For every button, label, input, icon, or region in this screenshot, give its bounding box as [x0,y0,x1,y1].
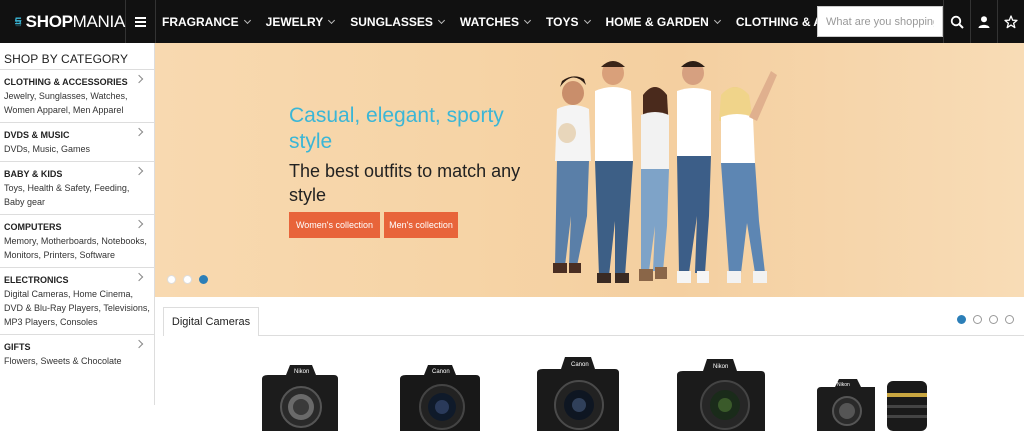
product-camera-5[interactable]: Nikon [815,375,935,431]
banner-headline: Casual, elegant, sporty style [289,104,504,153]
nav-item-fragrance[interactable]: FRAGRANCE [156,15,258,29]
category-subitems[interactable]: Flowers, Sweets & Chocolate [4,354,150,368]
hero-banner[interactable]: Casual, elegant, sporty style The best o… [155,43,1024,297]
banner-subheadline: The best outfits to match any style [289,161,521,205]
star-icon [1004,14,1018,28]
category-name[interactable]: BABY & KIDS [4,168,150,181]
category-sidebar: SHOP BY CATEGORY CLOTHING & ACCESSORIES … [0,43,155,431]
category-subitems[interactable]: Digital Cameras, Home Cinema, DVD & Blu-… [4,287,150,329]
search-box [817,6,943,37]
product-carousel: Digital Cameras Nikon Canon Canon Nikon … [155,297,1024,431]
chevron-down-icon [437,16,445,24]
category-dvds-music[interactable]: DVDS & MUSIC DVDs, Music, Games [0,123,154,162]
nav-item-watches[interactable]: WATCHES [452,15,538,29]
camera-brand-label: Canon [432,369,450,375]
carousel-page-indicator [957,315,1014,324]
person-5 [719,71,777,283]
person-1 [553,76,591,273]
sidebar-bottom-fade [0,405,185,431]
nav-item-home-garden[interactable]: HOME & GARDEN [598,15,728,29]
top-navigation-bar: SHOPMANIA FRAGRANCE JEWELRY SUNGLASSES W… [0,0,1024,43]
hamburger-icon[interactable] [126,0,156,43]
category-name[interactable]: COMPUTERS [4,221,150,234]
category-name[interactable]: DVDS & MUSIC [4,129,150,142]
category-subitems[interactable]: Jewelry, Sunglasses, Watches, Women Appa… [4,89,150,117]
page-dot-1-active[interactable] [957,315,966,324]
chevron-down-icon [328,16,336,24]
page-dot-2[interactable] [973,315,982,324]
page-dot-4[interactable] [1005,315,1014,324]
search-input[interactable] [818,7,942,36]
category-name[interactable]: CLOTHING & ACCESSORIES [4,76,150,89]
category-name[interactable]: ELECTRONICS [4,274,150,287]
product-camera-3[interactable]: Canon [535,351,621,431]
category-name[interactable]: GIFTS [4,341,150,354]
slide-dot-1[interactable] [167,275,176,284]
category-gifts[interactable]: GIFTS Flowers, Sweets & Chocolate [0,335,154,373]
chevron-down-icon [523,16,532,24]
search-button[interactable] [943,0,970,43]
womens-collection-button[interactable]: Women's collection [289,212,380,238]
category-electronics[interactable]: ELECTRONICS Digital Cameras, Home Cinema… [0,268,154,335]
category-baby-kids[interactable]: BABY & KIDS Toys, Health & Safety, Feedi… [0,162,154,215]
product-camera-2[interactable]: Canon [398,359,482,431]
mens-collection-button[interactable]: Men's collection [384,212,458,238]
favorites-button[interactable] [997,0,1024,43]
category-subitems[interactable]: Memory, Motherboards, Notebooks, Monitor… [4,234,150,262]
banner-slide-indicator [167,275,208,284]
chevron-down-icon [583,16,591,24]
tab-divider [163,335,1024,336]
category-computers[interactable]: COMPUTERS Memory, Motherboards, Notebook… [0,215,154,268]
category-subitems[interactable]: DVDs, Music, Games [4,142,150,156]
slide-dot-2[interactable] [183,275,192,284]
product-camera-1[interactable]: Nikon [260,357,340,431]
camera-brand-label: Nikon [294,369,309,375]
category-clothing-accessories[interactable]: CLOTHING & ACCESSORIES Jewelry, Sunglass… [0,70,154,123]
nav-item-jewelry[interactable]: JEWELRY [258,15,343,29]
user-icon [978,15,990,28]
product-camera-4[interactable]: Nikon [675,353,767,431]
person-2 [595,61,633,283]
sidebar-title: SHOP BY CATEGORY [0,43,154,70]
category-subitems[interactable]: Toys, Health & Safety, Feeding, Baby gea… [4,181,150,209]
chevron-down-icon [243,16,251,24]
account-button[interactable] [970,0,997,43]
logo-text: SHOPMANIA [25,11,126,31]
nav-item-sunglasses[interactable]: SUNGLASSES [342,15,452,29]
main-menu: FRAGRANCE JEWELRY SUNGLASSES WATCHES TOY… [156,0,920,43]
camera-brand-label: Canon [571,362,589,368]
slide-dot-3-active[interactable] [199,275,208,284]
tab-digital-cameras[interactable]: Digital Cameras [163,307,259,336]
person-3 [639,87,669,281]
chevron-down-icon [713,16,721,24]
camera-brand-label: Nikon [713,364,728,370]
person-4 [677,61,711,283]
shopmania-logo[interactable]: SHOPMANIA [0,0,126,43]
nav-item-toys[interactable]: TOYS [538,15,597,29]
camera-brand-label: Nikon [837,382,850,388]
logo-icon [14,17,22,26]
banner-people-image [553,61,777,283]
search-icon [950,15,964,29]
page-dot-3[interactable] [989,315,998,324]
